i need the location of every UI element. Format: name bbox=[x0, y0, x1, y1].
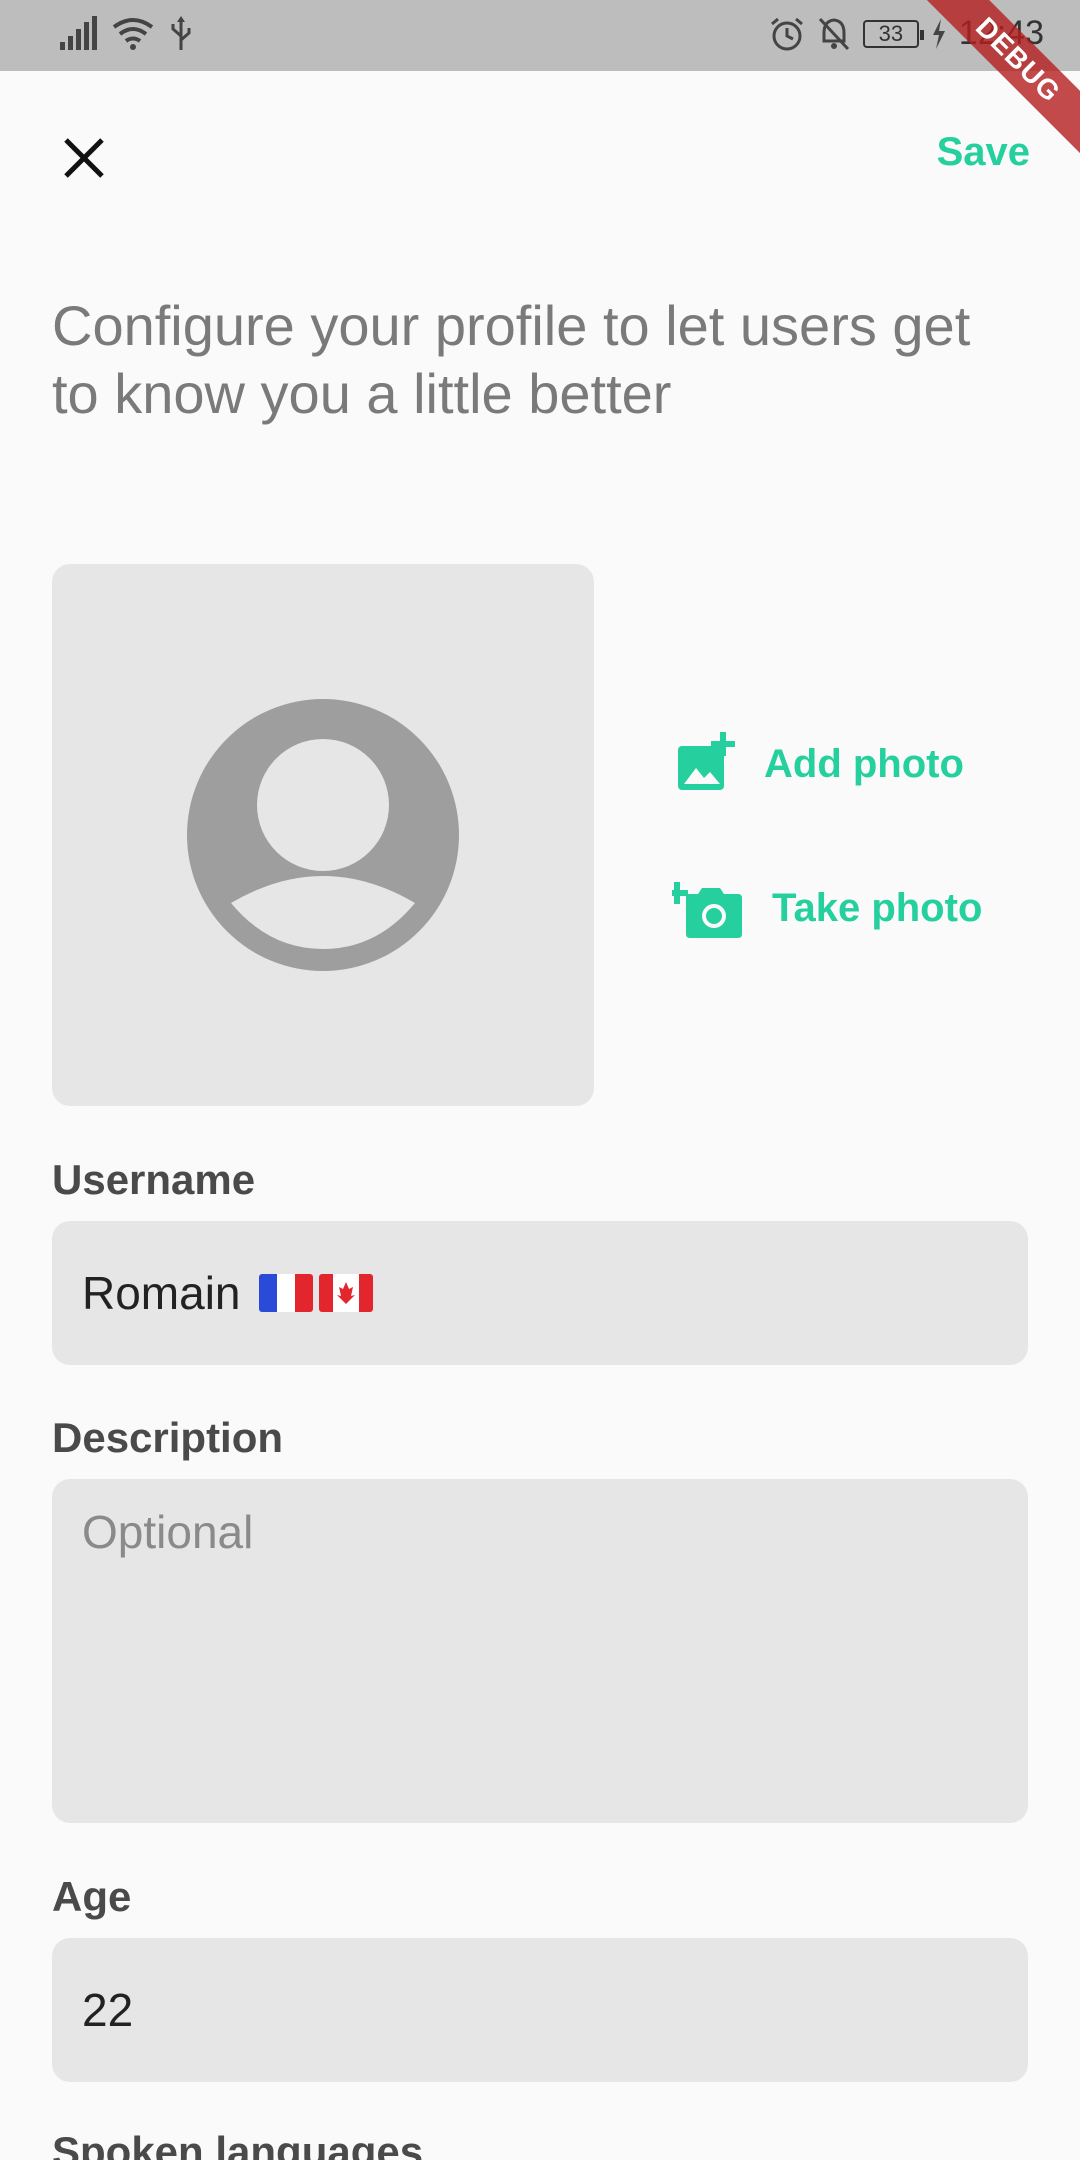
age-value: 22 bbox=[82, 1984, 134, 2036]
status-time: 12:43 bbox=[958, 14, 1044, 52]
add-photo-icon bbox=[678, 732, 735, 790]
usb-icon bbox=[171, 16, 191, 50]
take-photo-label: Take photo bbox=[772, 885, 983, 930]
france-flag-icon bbox=[258, 1274, 313, 1312]
add-photo-label: Add photo bbox=[764, 741, 964, 786]
intro-text: Configure your profile to let users get … bbox=[52, 294, 971, 425]
canada-flag-icon bbox=[318, 1274, 373, 1312]
description-field[interactable]: Optional bbox=[52, 1479, 1028, 1823]
description-label: Description bbox=[52, 1414, 284, 1461]
username-value: Romain bbox=[82, 1267, 241, 1319]
username-label: Username bbox=[52, 1156, 256, 1203]
profile-photo-placeholder[interactable] bbox=[52, 564, 594, 1106]
age-label: Age bbox=[52, 1873, 132, 1920]
account-circle-icon bbox=[187, 699, 459, 971]
close-button[interactable] bbox=[52, 126, 116, 190]
spoken-languages-label: Spoken languages bbox=[52, 2128, 424, 2160]
notifications-off-icon bbox=[818, 17, 850, 50]
take-photo-button[interactable]: Take photo bbox=[672, 876, 982, 940]
close-icon bbox=[64, 138, 104, 178]
status-bar: 33 12:43 bbox=[0, 0, 1080, 71]
save-button[interactable]: Save bbox=[937, 130, 1030, 175]
description-placeholder: Optional bbox=[82, 1506, 254, 1558]
wifi-icon bbox=[112, 18, 154, 50]
alarm-icon bbox=[770, 17, 803, 50]
status-icons-left bbox=[58, 16, 194, 52]
battery-indicator: 33 bbox=[862, 19, 924, 48]
status-icons-right: 33 12:43 bbox=[769, 14, 1044, 53]
signal-icon bbox=[60, 16, 97, 50]
age-field[interactable]: 22 bbox=[52, 1938, 1028, 2082]
add-camera-icon bbox=[672, 882, 742, 938]
add-photo-button[interactable]: Add photo bbox=[672, 732, 964, 796]
charging-icon bbox=[932, 18, 945, 49]
username-field[interactable]: Romain bbox=[52, 1221, 1028, 1365]
